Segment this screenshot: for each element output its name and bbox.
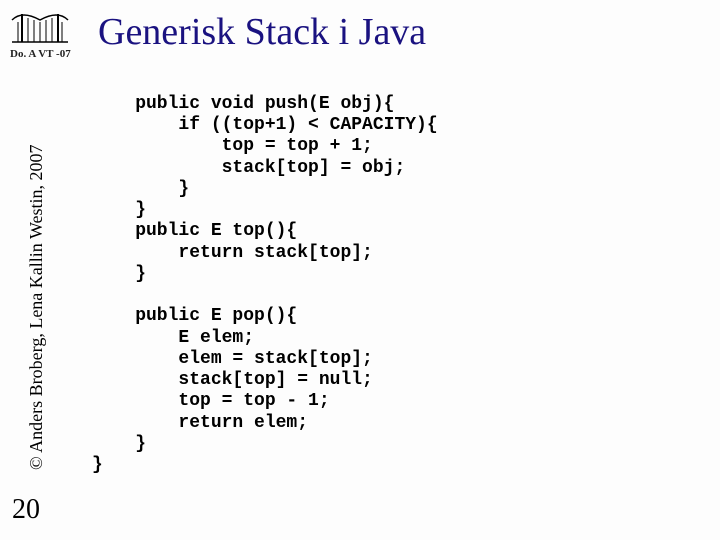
course-tag: Do. A VT -07	[10, 48, 71, 60]
copyright-text: © Anders Broberg, Lena Kallin Westin, 20…	[26, 144, 47, 470]
code-block: public void push(E obj){ if ((top+1) < C…	[92, 94, 438, 476]
page-number: 20	[12, 494, 40, 526]
slide-title: Generisk Stack i Java	[98, 10, 426, 54]
logo-bridge	[10, 8, 70, 46]
